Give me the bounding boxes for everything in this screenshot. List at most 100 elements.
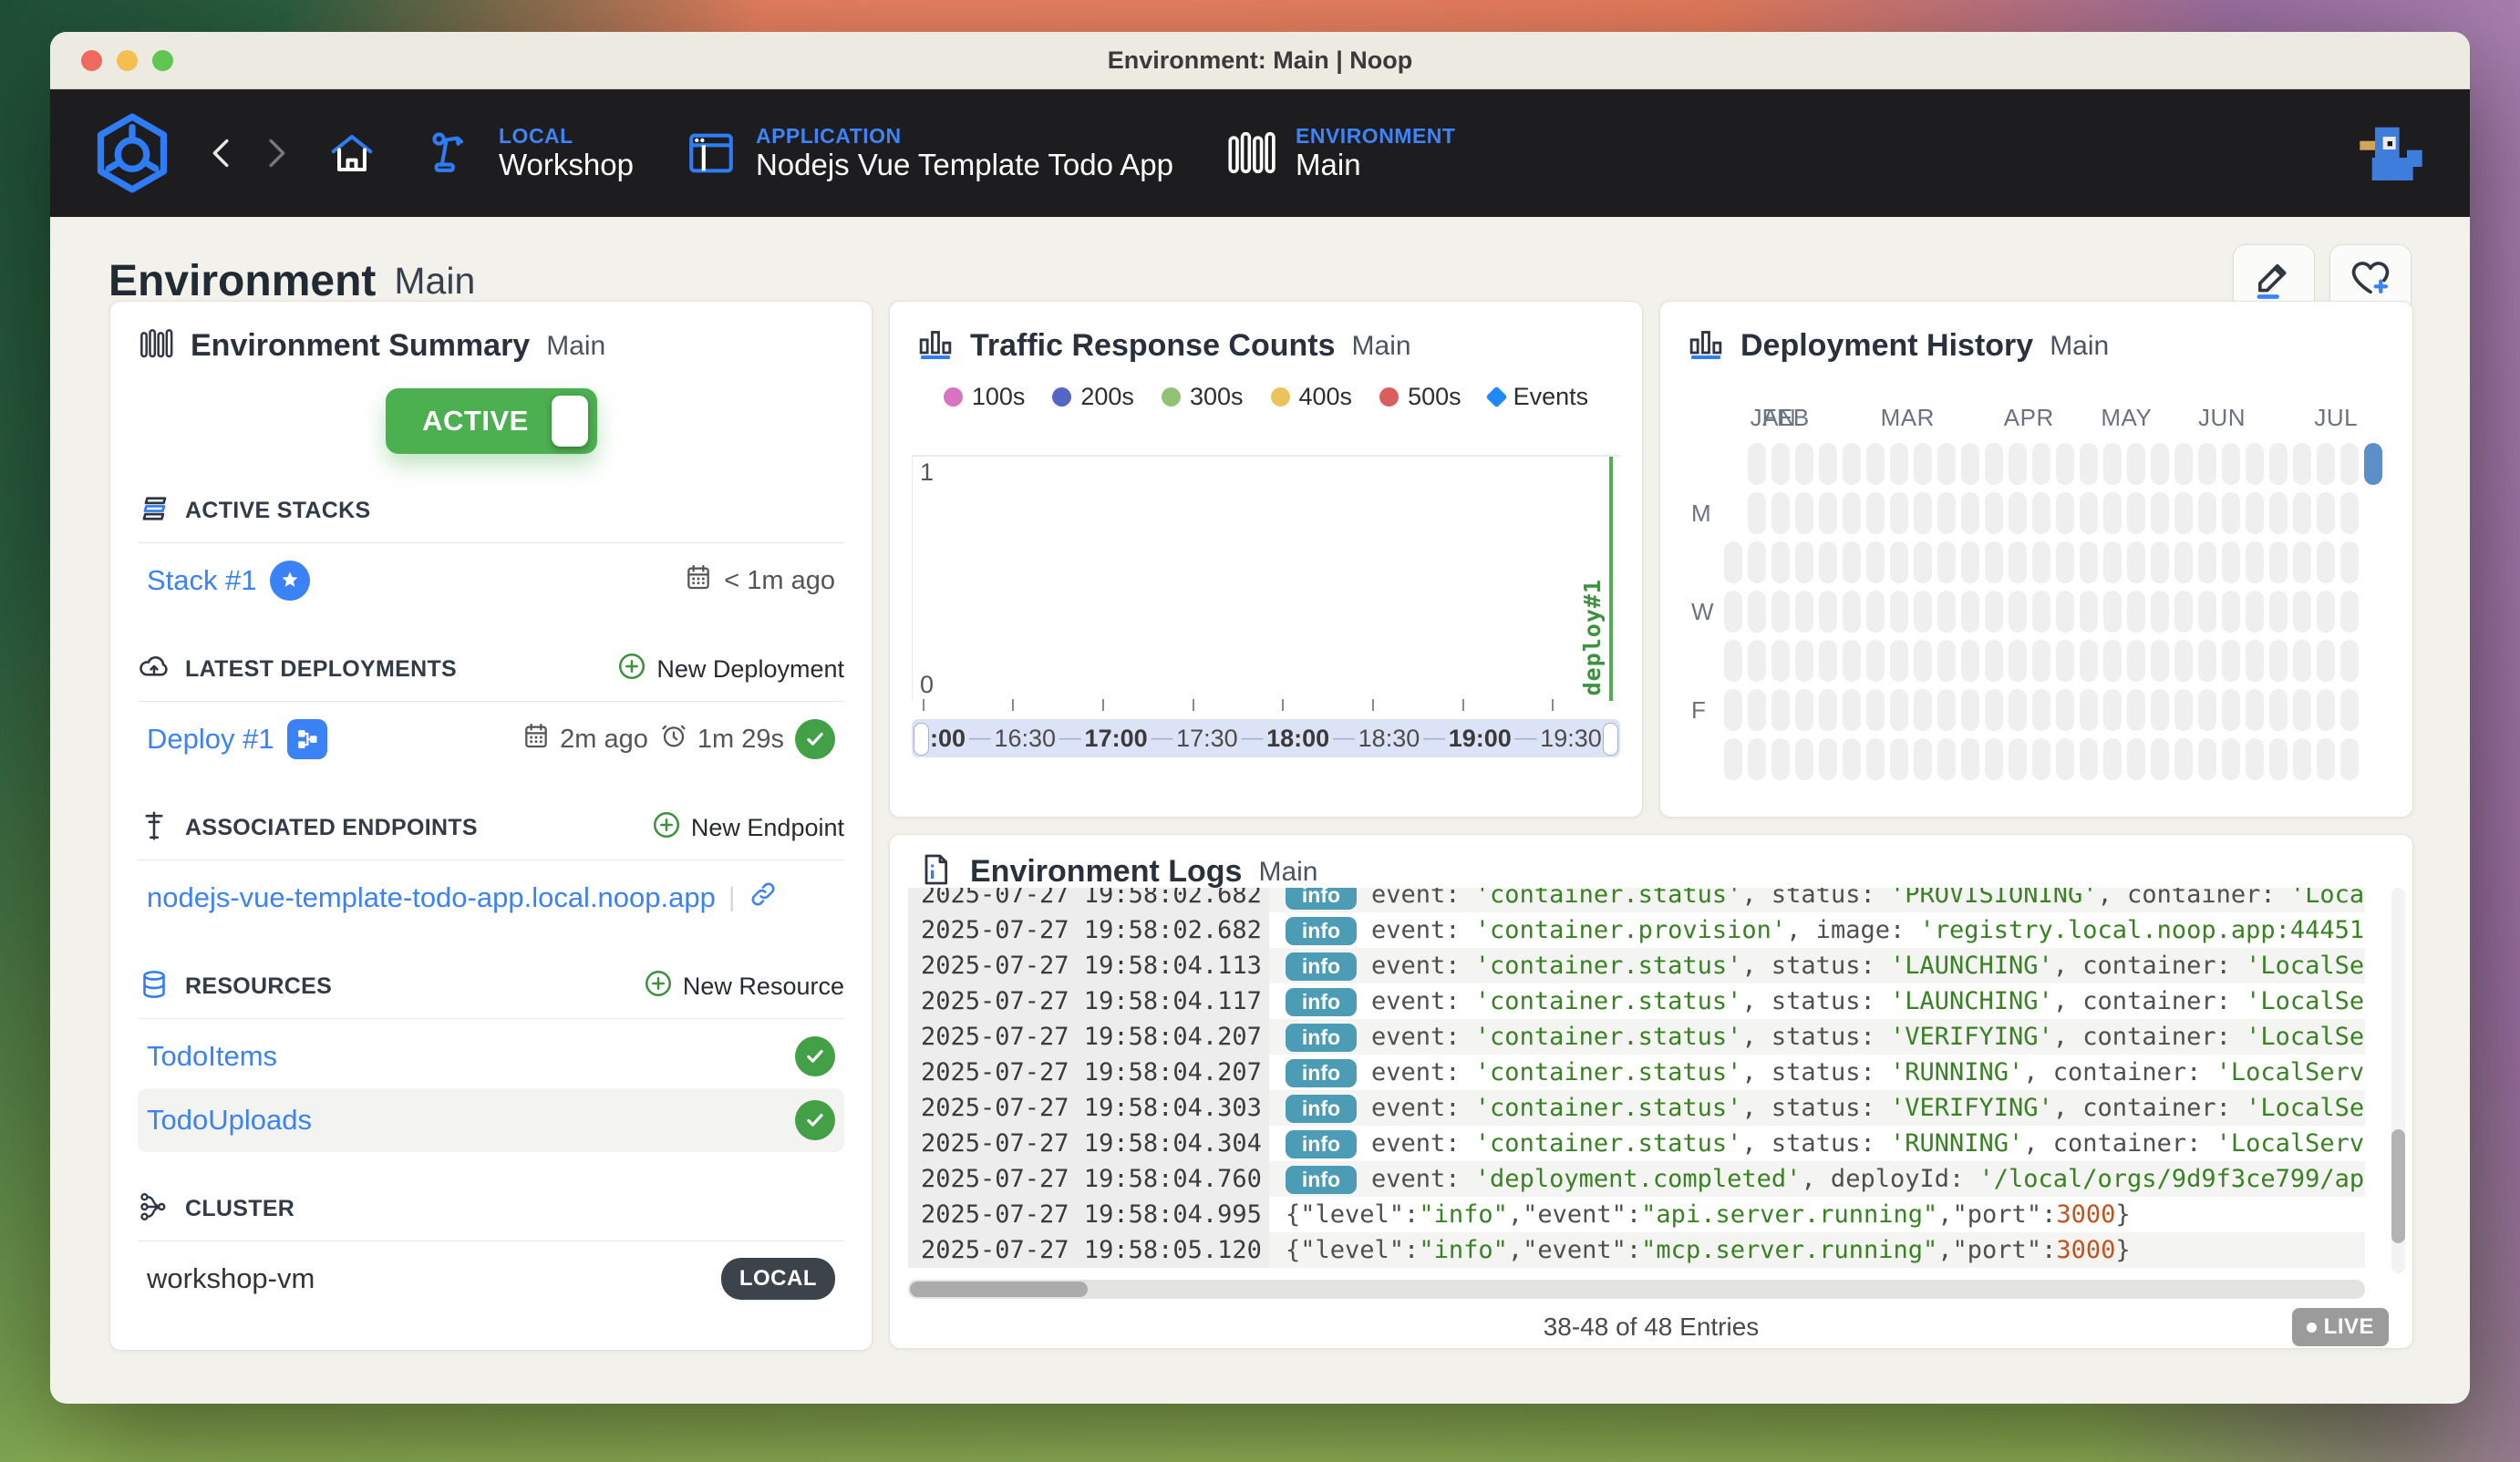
heatmap-cell[interactable] [1771,640,1790,682]
legend-item-events[interactable]: Events [1489,383,1589,411]
heatmap-cell[interactable] [2222,640,2240,682]
heatmap-cell[interactable] [1819,541,1837,583]
heatmap-cell[interactable] [1914,443,1932,485]
heatmap-cell[interactable] [2151,492,2169,534]
heatmap-cell[interactable] [2340,738,2359,780]
heatmap-cell[interactable] [1748,689,1766,731]
heatmap-cell[interactable] [1985,443,2003,485]
heatmap-cell[interactable] [2009,591,2027,633]
heatmap-cell[interactable] [2151,541,2169,583]
heatmap-cell[interactable] [2317,689,2335,731]
heatmap-cell[interactable] [1985,689,2003,731]
home-icon[interactable] [327,129,377,178]
heatmap-cell[interactable] [2127,443,2145,485]
heatmap-cell[interactable] [2340,689,2359,731]
live-badge[interactable]: LIVE [2292,1308,2389,1346]
time-range-selector[interactable]: :00—16:30—17:00—17:30—18:00—18:30—19:00—… [912,719,1620,757]
forward-arrow-icon[interactable] [254,132,296,174]
breadcrumb-local[interactable]: LOCAL Workshop [428,124,634,182]
heatmap-cell[interactable] [2080,738,2098,780]
heatmap-cell[interactable] [1914,738,1932,780]
heatmap-cell[interactable] [2056,591,2074,633]
heatmap-cell[interactable] [2103,591,2122,633]
resource-link[interactable]: TodoItems [147,1040,277,1073]
heatmap-cell[interactable] [2127,591,2145,633]
heatmap-cell-active[interactable] [2364,443,2382,485]
noop-logo-icon[interactable] [90,111,174,195]
heatmap-cell[interactable] [1866,689,1885,731]
heatmap-cell[interactable] [1843,591,1861,633]
heatmap-cell[interactable] [1819,640,1837,682]
heatmap-cell[interactable] [1937,492,1956,534]
heatmap-cell[interactable] [2198,689,2216,731]
heatmap-cell[interactable] [2246,443,2264,485]
heatmap-cell[interactable] [1819,492,1837,534]
heatmap-cell[interactable] [2032,738,2050,780]
resource-link[interactable]: TodoUploads [147,1104,312,1137]
heatmap-cell[interactable] [1843,689,1861,731]
heatmap-cell[interactable] [1961,591,1979,633]
window-titlebar[interactable]: Environment: Main | Noop [50,32,2470,89]
vertical-scrollbar-thumb[interactable] [2391,1129,2405,1243]
heatmap-cell[interactable] [2246,640,2264,682]
heatmap-cell[interactable] [2127,689,2145,731]
heatmap-cell[interactable] [1937,443,1956,485]
heatmap-cell[interactable] [1890,591,1908,633]
zoom-window-button[interactable] [152,50,173,71]
heatmap-cell[interactable] [1724,591,1742,633]
heatmap-cell[interactable] [2009,443,2027,485]
heatmap-cell[interactable] [2340,443,2359,485]
heatmap-cell[interactable] [2293,591,2311,633]
heatmap-cell[interactable] [2222,738,2240,780]
star-badge-icon[interactable] [270,561,310,601]
heatmap-cell[interactable] [2317,492,2335,534]
heatmap-cell[interactable] [2080,492,2098,534]
heatmap-cell[interactable] [1914,689,1932,731]
heatmap-cell[interactable] [2174,738,2193,780]
heatmap-cell[interactable] [1985,492,2003,534]
heatmap-cell[interactable] [2032,689,2050,731]
heatmap-cell[interactable] [2317,640,2335,682]
heatmap-cell[interactable] [1985,738,2003,780]
heatmap-cell[interactable] [2080,541,2098,583]
heatmap-cell[interactable] [2293,640,2311,682]
heatmap-cell[interactable] [2009,492,2027,534]
heatmap-cell[interactable] [2317,541,2335,583]
heatmap-cell[interactable] [1937,689,1956,731]
heatmap-cell[interactable] [1914,640,1932,682]
horizontal-scrollbar-thumb[interactable] [910,1282,1088,1297]
heatmap-cell[interactable] [2246,738,2264,780]
heatmap-cell[interactable] [2246,492,2264,534]
heatmap-cell[interactable] [2174,541,2193,583]
legend-item-400s[interactable]: 400s [1271,383,1353,411]
heatmap-cell[interactable] [2222,689,2240,731]
heatmap-cell[interactable] [1937,591,1956,633]
heatmap-cell[interactable] [2103,738,2122,780]
heatmap-cell[interactable] [1890,541,1908,583]
heatmap-cell[interactable] [2222,541,2240,583]
heatmap-cell[interactable] [1771,541,1790,583]
heatmap-cell[interactable] [2293,738,2311,780]
heatmap-cell[interactable] [1961,492,1979,534]
heatmap-cell[interactable] [2222,591,2240,633]
heatmap-cell[interactable] [2174,640,2193,682]
heatmap-cell[interactable] [2269,640,2288,682]
heatmap-cell[interactable] [2127,541,2145,583]
heatmap-cell[interactable] [1819,689,1837,731]
heatmap-cell[interactable] [2032,640,2050,682]
heatmap-cell[interactable] [1795,492,1813,534]
heatmap-cell[interactable] [1890,689,1908,731]
heatmap-cell[interactable] [2056,738,2074,780]
heatmap-cell[interactable] [2293,492,2311,534]
heatmap-cell[interactable] [1795,640,1813,682]
deployment-pipeline-icon[interactable] [287,719,327,759]
heatmap-cell[interactable] [1724,541,1742,583]
heatmap-cell[interactable] [1890,492,1908,534]
log-list[interactable]: 2025-07-27 19:58:02.682infoevent: 'conta… [908,888,2365,1273]
new-resource-button[interactable]: New Resource [643,968,844,1005]
heatmap-cell[interactable] [1724,738,1742,780]
legend-item-200s[interactable]: 200s [1052,383,1134,411]
heatmap-cell[interactable] [2198,640,2216,682]
heatmap-cell[interactable] [2080,591,2098,633]
heatmap-cell[interactable] [2269,443,2288,485]
